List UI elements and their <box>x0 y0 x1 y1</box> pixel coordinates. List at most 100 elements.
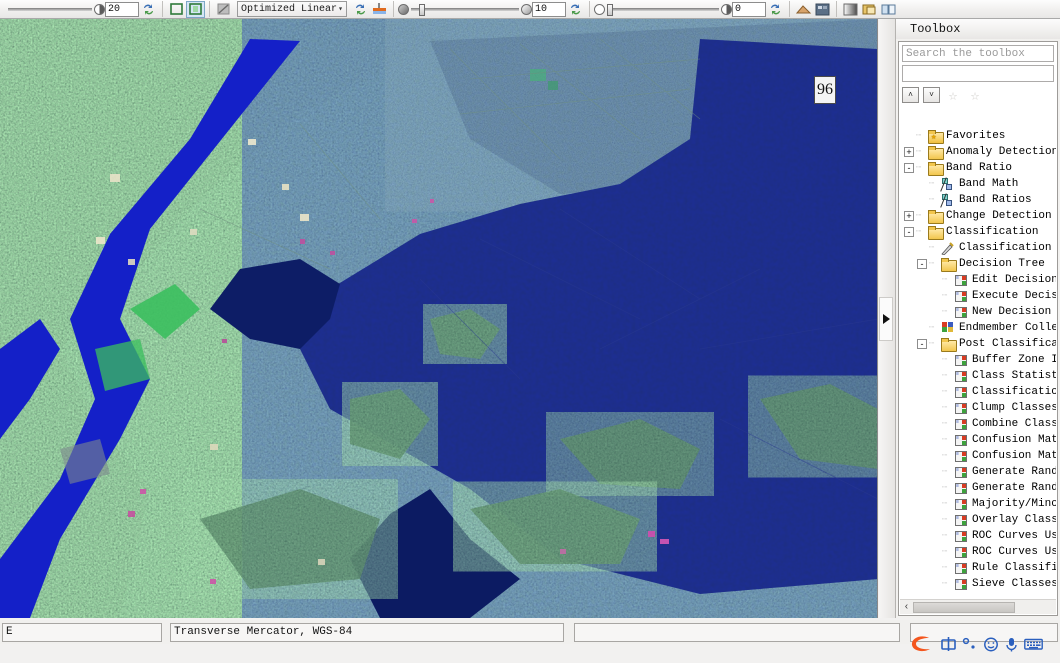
panel-expand-arrow-icon[interactable] <box>879 297 893 341</box>
tree-connector: ┈ <box>916 163 922 173</box>
tree-item-label: Rule Classifie <box>972 562 1056 574</box>
emoji-icon[interactable] <box>983 637 999 652</box>
tree-item-label: Sieve Classes <box>972 578 1056 590</box>
tree-item[interactable]: ┈ ≡ Clump Classes <box>900 400 1056 416</box>
stretch-slider-1[interactable] <box>8 3 105 15</box>
contrast-slider[interactable] <box>398 3 532 16</box>
tree-item[interactable]: ┈ ≡ Majority/Minor <box>900 496 1056 512</box>
fit-to-window-icon[interactable] <box>167 1 186 18</box>
toolbox-search-result-field[interactable] <box>902 65 1054 82</box>
transparency-icon[interactable] <box>370 1 389 18</box>
satellite-image[interactable] <box>0 19 878 618</box>
tree-item[interactable]: ┈ ≡ Overlay Classe <box>900 512 1056 528</box>
tree-item[interactable]: ┈ ≡ Edit Decision <box>900 272 1056 288</box>
tree-item[interactable]: ┈ ≡ Generate Rando <box>900 464 1056 480</box>
toolbox-horizontal-scrollbar[interactable]: ‹ <box>900 599 1056 614</box>
contrast-value-input[interactable]: 10 <box>532 1 566 17</box>
tree-item[interactable]: ┈ ≡ Classification <box>900 384 1056 400</box>
brightness-value-input[interactable]: 20 <box>105 1 139 17</box>
tree-connector: ┈ <box>942 563 948 573</box>
toolbox-body: Search the toolbox ˄ ˅ ☆ ☆ ┈ ★ Favorites + ┈… <box>898 41 1058 616</box>
collapse-node-icon[interactable]: - <box>917 339 927 349</box>
reset-stretch-icon[interactable] <box>351 1 370 18</box>
tree-item[interactable]: ┈ Band Math <box>900 176 1056 192</box>
keyboard-icon[interactable] <box>1024 637 1043 651</box>
status-bar: E Transverse Mercator, WGS-84 <box>0 620 1060 644</box>
tree-item[interactable]: ┈ ≡ Generate Rando <box>900 480 1056 496</box>
tree-item[interactable]: - ┈ Band Ratio <box>900 160 1056 176</box>
tree-item[interactable]: -┈ Post Classificati <box>900 336 1056 352</box>
tree-item-label: Class Statisti <box>972 370 1056 382</box>
zoom-to-extent-icon[interactable] <box>186 0 205 18</box>
tree-item[interactable]: ┈ ≡ Confusion Matr <box>900 432 1056 448</box>
remove-from-favorites-star-icon[interactable]: ☆ <box>966 87 984 105</box>
expand-all-button[interactable]: ˅ <box>923 87 940 103</box>
sogou-logo-icon[interactable] <box>909 634 935 654</box>
tree-item-label: Confusion Matr <box>972 434 1056 446</box>
bm-icon <box>940 176 956 192</box>
reset-contrast-icon[interactable] <box>566 1 585 18</box>
tree-connector: ┈ <box>942 515 948 525</box>
sharpen-value-input[interactable]: 0 <box>732 1 766 17</box>
tree-connector: ┈ <box>942 451 948 461</box>
tool-icon: ≡ <box>954 482 969 495</box>
tree-item[interactable]: ┈ ≡ ROC Curves Usi <box>900 528 1056 544</box>
tree-connector: ┈ <box>916 147 922 157</box>
tree-item[interactable]: ┈ ≡ Buffer Zone Im <box>900 352 1056 368</box>
collapse-node-icon[interactable]: - <box>917 259 927 269</box>
flicker-icon[interactable] <box>813 1 832 18</box>
tree-item[interactable]: ┈ Classification Wo <box>900 240 1056 256</box>
punctuation-icon[interactable] <box>962 637 977 651</box>
tree-item[interactable]: + ┈ Change Detection <box>900 208 1056 224</box>
tree-item[interactable]: ┈ Band Ratios <box>900 192 1056 208</box>
tree-item[interactable]: ┈ ≡ Sieve Classes <box>900 576 1056 592</box>
collapse-node-icon[interactable]: - <box>904 227 914 237</box>
tree-item[interactable]: ┈ Endmember Collect <box>900 320 1056 336</box>
tree-item-label: Band Ratio <box>946 162 1013 174</box>
tree-item[interactable]: ┈ ★ Favorites <box>900 128 1056 144</box>
tree-item[interactable]: - ┈ Decision Tree <box>900 256 1056 272</box>
expand-node-icon[interactable]: + <box>904 147 914 157</box>
tree-item[interactable]: + ┈ Anomaly Detection <box>900 144 1056 160</box>
toolbox-title: Toolbox <box>896 19 1060 39</box>
tree-item[interactable]: ┈ ≡ Rule Classifie <box>900 560 1056 576</box>
compare-icon[interactable] <box>879 1 898 18</box>
collapse-all-button[interactable]: ˄ <box>902 87 919 103</box>
tree-connector: ┈ <box>942 435 948 445</box>
collapse-node-icon[interactable]: - <box>904 163 914 173</box>
image-view[interactable]: 96 <box>0 19 878 618</box>
voice-input-icon[interactable] <box>1005 637 1018 652</box>
tree-item[interactable]: ┈ ≡ Class Statisti <box>900 368 1056 384</box>
tree-item[interactable]: ┈ ≡ Combine Classe <box>900 416 1056 432</box>
refresh-stretch-icon[interactable] <box>139 1 158 18</box>
tree-item[interactable]: ┈ ≡ ROC Curves Usi <box>900 544 1056 560</box>
portal-icon[interactable] <box>860 1 879 18</box>
blend-icon[interactable] <box>794 1 813 18</box>
tool-icon: ≡ <box>954 386 969 399</box>
tree-item-label: Band Math <box>959 178 1019 190</box>
tree-item[interactable]: - ┈ Classification <box>900 224 1056 240</box>
sharpen-slider[interactable] <box>594 3 732 16</box>
toolbox-search-input[interactable]: Search the toolbox <box>902 45 1054 62</box>
tree-item-label: New Decision T <box>972 306 1056 318</box>
toolbox-tree[interactable]: ┈ ★ Favorites + ┈ Anomaly Detection - ┈ Band Rat… <box>900 126 1056 597</box>
swipe-icon[interactable] <box>841 1 860 18</box>
tree-item[interactable]: ┈ ≡ Execute Decisi <box>900 288 1056 304</box>
stretch-type-select[interactable]: Optimized Linear ▾ <box>237 1 347 17</box>
tree-item[interactable]: ┈ ≡ Confusion Matr <box>900 448 1056 464</box>
ime-mode-icon[interactable] <box>941 637 956 651</box>
scrollbar-thumb[interactable] <box>913 601 1015 613</box>
tree-connector: ┈ <box>942 483 948 493</box>
scroll-left-arrow-icon[interactable]: ‹ <box>900 601 913 614</box>
tool-icon: ≡ <box>954 562 969 575</box>
expand-node-icon[interactable]: + <box>904 211 914 221</box>
tree-item[interactable]: ┈ ≡ New Decision T <box>900 304 1056 320</box>
reset-sharpen-icon[interactable] <box>766 1 785 18</box>
add-to-favorites-star-icon[interactable]: ☆ <box>944 87 962 105</box>
